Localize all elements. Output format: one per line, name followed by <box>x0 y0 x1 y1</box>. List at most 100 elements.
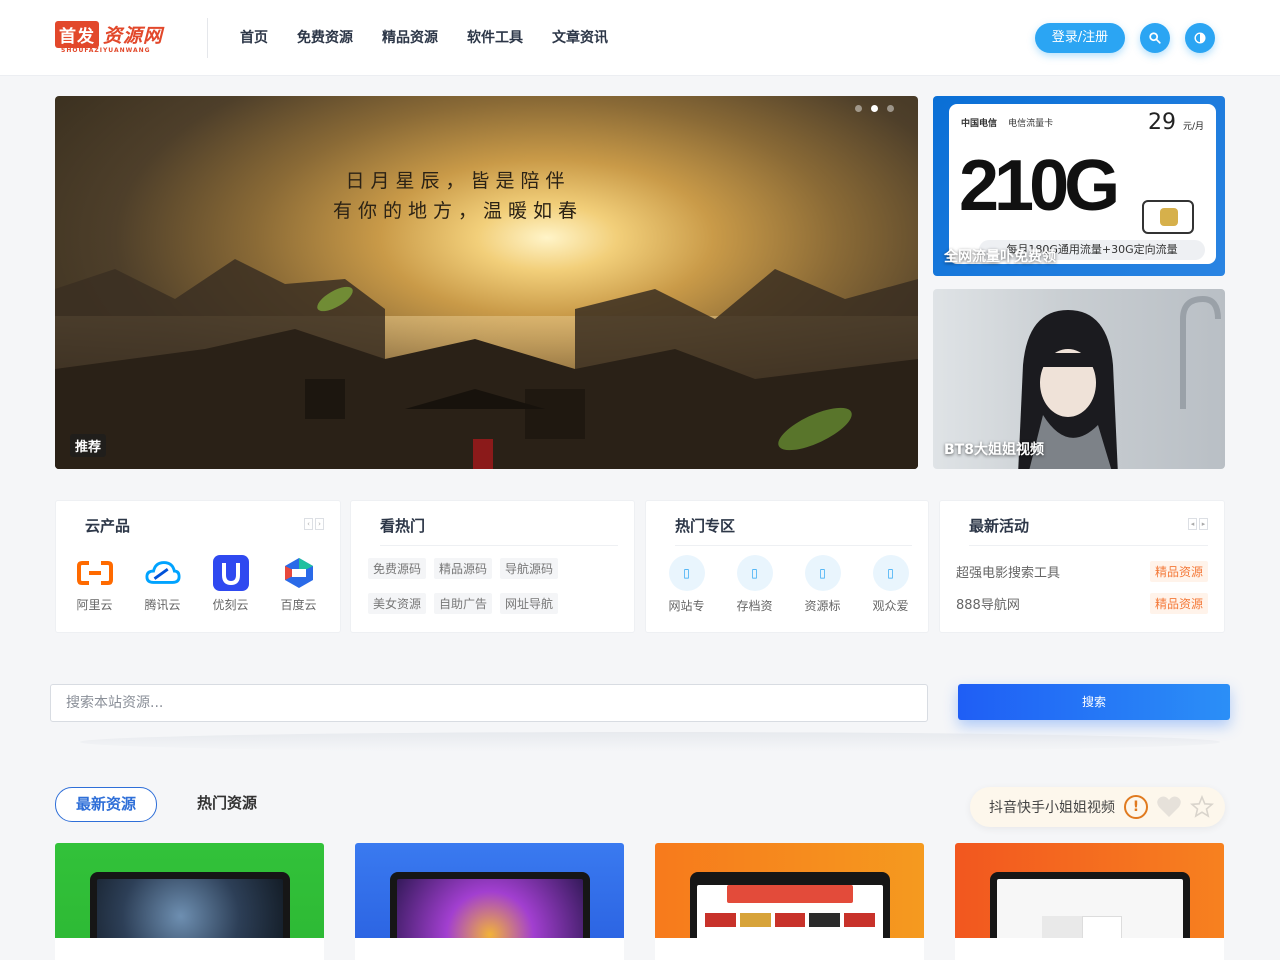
cloud-item-aliyun[interactable]: 阿里云 <box>74 555 115 613</box>
widget-divider <box>380 545 618 546</box>
hot-zone-item[interactable]: ▯ 网站专 <box>662 555 711 614</box>
cloud-label: 腾讯云 <box>144 598 181 612</box>
activity-list: 超强电影搜索工具 精品资源 888导航网 精品资源 <box>956 555 1208 619</box>
tab-latest-resources[interactable]: 最新资源 <box>55 787 157 822</box>
hot-zone-item[interactable]: ▯ 存档资 <box>730 555 779 614</box>
banner-poem: 日月星辰，皆是陪伴 有你的地方，温暖如春 <box>333 166 583 226</box>
slider-dot[interactable] <box>855 105 862 112</box>
telecom-card-image: 中国电信 电信流量卡 29 元/月 210G 每月180G通用流量+30G定向流… <box>949 104 1216 264</box>
tag-link[interactable]: 美女资源 <box>368 593 427 614</box>
slider-dot-active[interactable] <box>871 105 878 112</box>
nav-home[interactable]: 首页 <box>240 28 268 48</box>
slider-dot[interactable] <box>887 105 894 112</box>
activity-row[interactable]: 超强电影搜索工具 精品资源 <box>956 555 1208 587</box>
cloud-item-baidu[interactable]: 百度云 <box>278 555 319 613</box>
site-search-button[interactable]: 搜索 <box>958 684 1230 720</box>
hot-zone-label: 观众爱 <box>872 599 909 613</box>
widget-divider <box>675 545 912 546</box>
search-shadow <box>80 732 1220 752</box>
hot-zone-item[interactable]: ▯ 资源标 <box>798 555 847 614</box>
widget-title: 最新活动 <box>969 517 1030 535</box>
side-card-telecom[interactable]: 中国电信 电信流量卡 29 元/月 210G 每月180G通用流量+30G定向流… <box>933 96 1225 276</box>
tag-link[interactable]: 导航源码 <box>500 558 559 579</box>
banner-poem-line2: 有你的地方，温暖如春 <box>333 200 584 222</box>
promo-text: 抖音快手小姐姐视频 <box>989 800 1115 816</box>
site-header: 首发 资源网 SHOUFAZIYUANWANG 首页 免费资源 精品资源 软件工… <box>0 0 1280 76</box>
widget-cloud-products: 云产品 ‹ › 阿里云 腾讯云 优刻云 百度云 <box>55 500 341 633</box>
next-arrow-icon[interactable]: ▸ <box>1199 518 1208 530</box>
slider-dots <box>855 105 894 112</box>
site-search-input[interactable] <box>50 684 928 722</box>
site-logo[interactable]: 首发 资源网 SHOUFAZIYUANWANG <box>55 20 175 55</box>
next-arrow-icon[interactable]: › <box>315 518 324 530</box>
activity-badge: 精品资源 <box>1149 592 1208 614</box>
promo-pill[interactable]: 抖音快手小姐姐视频 ! <box>970 787 1225 827</box>
card-footer <box>955 938 1224 960</box>
activity-row[interactable]: 888导航网 精品资源 <box>956 587 1208 619</box>
widget-hot-zone: 热门专区 ▯ 网站专 ▯ 存档资 ▯ 资源标 ▯ 观众爱 <box>645 500 929 633</box>
telecom-brand: 中国电信 电信流量卡 <box>961 119 1054 129</box>
telecom-price: 29 元/月 <box>1147 110 1204 135</box>
card-footer <box>55 938 324 960</box>
activity-text: 超强电影搜索工具 <box>956 565 1061 581</box>
cloud-label: 百度云 <box>280 598 317 612</box>
nav-premium-resources[interactable]: 精品资源 <box>382 28 438 48</box>
resource-card[interactable] <box>655 843 924 960</box>
baidu-cloud-icon <box>281 555 317 591</box>
nav-software-tools[interactable]: 软件工具 <box>467 28 523 48</box>
widget-arrows: ‹ › <box>304 518 324 530</box>
side-card-caption: BT8大姐姐视频 <box>944 442 1044 458</box>
tag-link[interactable]: 精品源码 <box>434 558 493 579</box>
tab-hot-resources[interactable]: 热门资源 <box>186 787 268 822</box>
cloud-label: 阿里云 <box>76 598 113 612</box>
card-footer <box>355 938 624 960</box>
cloud-label: 优刻云 <box>212 598 249 612</box>
theme-toggle-icon <box>1194 32 1206 44</box>
side-card-video[interactable]: BT8大姐姐视频 <box>933 289 1225 469</box>
tag-link[interactable]: 网址导航 <box>500 593 559 614</box>
hot-zone-label: 网站专 <box>668 599 705 613</box>
placeholder-icon: ▯ <box>804 555 841 591</box>
resource-card[interactable] <box>355 843 624 960</box>
widget-arrows: ◂ ▸ <box>1188 518 1208 530</box>
ucloud-icon <box>212 555 249 591</box>
side-card-caption: 全网流量卟免费领 <box>944 249 1056 265</box>
logo-script-text: 资源网 <box>103 24 164 47</box>
hot-zone-label: 存档资 <box>736 599 773 613</box>
faucet-decor <box>1180 295 1221 409</box>
aliyun-icon <box>76 555 113 591</box>
hot-zone-list: ▯ 网站专 ▯ 存档资 ▯ 资源标 ▯ 观众爱 <box>662 555 915 614</box>
login-register-button[interactable]: 登录/注册 <box>1035 23 1125 53</box>
sim-card-icon <box>1142 200 1194 234</box>
prev-arrow-icon[interactable]: ‹ <box>304 518 313 530</box>
banner-recommend-tag: 推荐 <box>70 434 107 457</box>
hero-slider[interactable]: 日月星辰，皆是陪伴 有你的地方，温暖如春 推荐 <box>55 96 918 469</box>
hot-zone-item[interactable]: ▯ 观众爱 <box>866 555 915 614</box>
placeholder-icon: ▯ <box>668 555 705 591</box>
resource-card[interactable] <box>55 843 324 960</box>
tag-grid: 免费源码 精品源码 导航源码 美女资源 自助广告 网址导航 <box>368 558 559 614</box>
header-divider <box>207 18 208 58</box>
search-button[interactable] <box>1140 23 1170 53</box>
banner-poem-line1: 日月星辰，皆是陪伴 <box>345 170 571 192</box>
banner-city-illustration <box>55 259 918 469</box>
resource-card[interactable] <box>955 843 1224 960</box>
hot-zone-label: 资源标 <box>804 599 841 613</box>
heart-icon[interactable] <box>1156 795 1182 819</box>
nav-free-resources[interactable]: 免费资源 <box>297 28 353 48</box>
theme-toggle-button[interactable] <box>1185 23 1215 53</box>
widget-hot-view: 看热门 免费源码 精品源码 导航源码 美女资源 自助广告 网址导航 <box>350 500 635 633</box>
nav-articles[interactable]: 文章资讯 <box>552 28 608 48</box>
cloud-list: 阿里云 腾讯云 优刻云 百度云 <box>74 555 319 613</box>
cloud-item-tencent[interactable]: 腾讯云 <box>142 555 183 613</box>
telecom-big-text: 210G <box>959 146 1120 226</box>
widget-latest-activity: 最新活动 ◂ ▸ 超强电影搜索工具 精品资源 888导航网 精品资源 <box>939 500 1225 633</box>
tag-link[interactable]: 免费源码 <box>368 558 427 579</box>
cloud-item-ucloud[interactable]: 优刻云 <box>210 555 251 613</box>
activity-text: 888导航网 <box>956 597 1020 613</box>
star-icon[interactable] <box>1190 795 1214 819</box>
logo-subtitle: SHOUFAZIYUANWANG <box>61 47 151 54</box>
logo-main-text: 首发 <box>55 20 99 48</box>
tag-link[interactable]: 自助广告 <box>434 593 493 614</box>
prev-arrow-icon[interactable]: ◂ <box>1188 518 1197 530</box>
